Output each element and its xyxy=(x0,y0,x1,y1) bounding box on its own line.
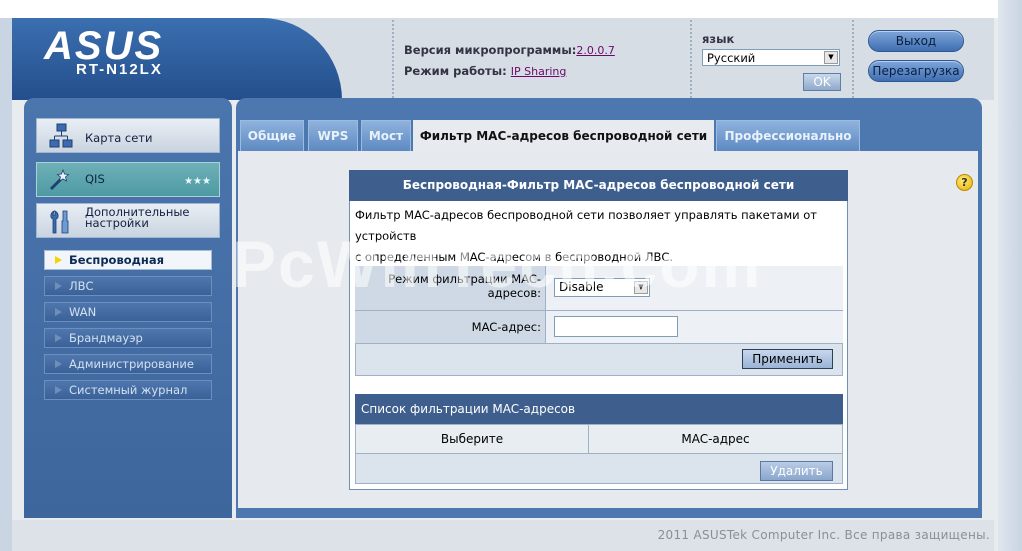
tab-professional[interactable]: Профессионально xyxy=(716,120,860,152)
description-line: Фильтр MAC-адресов беспроводной сети поз… xyxy=(355,208,818,243)
firmware-info: Версия микропрограммы:2.0.0.7 xyxy=(404,43,615,57)
operation-mode-link[interactable]: IP Sharing xyxy=(511,65,567,78)
sidebar-item-label: WAN xyxy=(69,305,97,319)
sidebar-item-lan[interactable]: ЛВС xyxy=(44,276,212,296)
sidebar-item-label: Беспроводная xyxy=(69,253,165,267)
language-label: язык xyxy=(702,32,735,46)
browser-top-strip xyxy=(0,0,1022,18)
arrow-right-icon xyxy=(55,334,62,342)
tab-mac-filter[interactable]: Фильтр MAC-адресов беспроводной сети xyxy=(413,120,714,153)
sidebar-item-label: Администрирование xyxy=(69,357,194,371)
panel-title: Беспроводная-Фильтр MAC-адресов беспрово… xyxy=(349,170,848,201)
sidebar-item-administration[interactable]: Администрирование xyxy=(44,354,212,374)
apply-button[interactable]: Применить xyxy=(742,349,833,369)
header-divider xyxy=(690,20,692,98)
header-divider xyxy=(392,20,394,98)
sidebar-item-label: ЛВС xyxy=(69,279,94,293)
sidebar-item-system-log[interactable]: Системный журнал xyxy=(44,380,212,400)
arrow-right-icon xyxy=(55,386,62,394)
tab-general[interactable]: Общие xyxy=(240,120,304,152)
description-line: с определенным MAC-адресом в беспроводно… xyxy=(355,250,674,264)
sidebar-item-label: Брандмауэр xyxy=(69,331,143,345)
arrow-right-icon xyxy=(55,256,62,264)
panel-description: Фильтр MAC-адресов беспроводной сети поз… xyxy=(355,205,845,268)
sidebar-item-wan[interactable]: WAN xyxy=(44,302,212,322)
sidebar-item-firewall[interactable]: Брандмауэр xyxy=(44,328,212,348)
filter-mode-label: Режим фильтрации MAC- адресов: xyxy=(355,266,546,311)
label-line: адресов: xyxy=(487,286,541,300)
tools-icon xyxy=(50,210,69,234)
help-icon[interactable]: ? xyxy=(956,174,973,191)
stars-icon: ★★★ xyxy=(184,176,211,187)
header-divider xyxy=(852,20,854,98)
tab-wps[interactable]: WPS xyxy=(308,120,358,152)
label-line: Режим фильтрации MAC- xyxy=(388,272,541,286)
arrow-right-icon xyxy=(55,282,62,290)
operation-mode-info: Режим работы: IP Sharing xyxy=(404,64,566,78)
sidebar-item-wireless[interactable]: Беспроводная xyxy=(44,250,212,270)
firmware-label: Версия микропрограммы: xyxy=(404,43,577,57)
mode-label: Режим работы: xyxy=(404,64,507,78)
arrow-right-icon xyxy=(55,360,62,368)
chevron-down-icon[interactable]: ▼ xyxy=(634,281,648,294)
tab-bridge[interactable]: Мост xyxy=(361,120,411,152)
sidebar-item-qis[interactable]: QIS ★★★ xyxy=(36,162,220,197)
language-ok-button[interactable]: OK xyxy=(803,73,841,91)
list-title: Список фильтрации MAC-адресов xyxy=(355,394,843,424)
mac-address-input[interactable] xyxy=(554,316,678,337)
arrow-right-icon xyxy=(55,308,62,316)
filter-mode-value: Disable xyxy=(559,280,604,294)
sidebar-item-label: QIS xyxy=(85,172,105,186)
firmware-version-link[interactable]: 2.0.0.7 xyxy=(576,44,614,57)
language-select[interactable]: Русский ▼ xyxy=(702,49,840,66)
sidebar-item-label: Карта сети xyxy=(85,131,153,145)
sidebar-item-network-map[interactable]: Карта сети xyxy=(36,118,220,153)
sidebar-item-label: Дополнительные настройки xyxy=(85,205,190,230)
right-scroll-edge xyxy=(998,0,1022,551)
router-admin-page: ASUS RT-N12LX Версия микропрограммы:2.0.… xyxy=(0,0,1022,551)
filter-mode-select[interactable]: Disable ▼ xyxy=(554,278,650,297)
delete-button[interactable]: Удалить xyxy=(760,461,833,481)
model-name: RT-N12LX xyxy=(76,61,163,78)
language-value: Русский xyxy=(707,51,756,65)
left-edge xyxy=(0,18,12,551)
column-header-select: Выберите xyxy=(355,424,589,454)
reboot-button[interactable]: Перезагрузка xyxy=(868,60,964,82)
magic-wand-icon xyxy=(49,168,70,191)
chevron-down-icon[interactable]: ▼ xyxy=(824,51,838,64)
logout-button[interactable]: Выход xyxy=(868,30,964,52)
network-map-icon xyxy=(49,123,73,148)
sidebar-item-advanced-settings[interactable]: Дополнительные настройки xyxy=(36,203,220,238)
mac-address-label: MAC-адрес: xyxy=(355,311,546,344)
sidebar-item-label: Системный журнал xyxy=(69,383,188,397)
copyright-text: 2011 ASUSTek Computer Inc. Все права защ… xyxy=(657,528,990,542)
column-header-mac: MAC-адрес xyxy=(588,424,843,454)
